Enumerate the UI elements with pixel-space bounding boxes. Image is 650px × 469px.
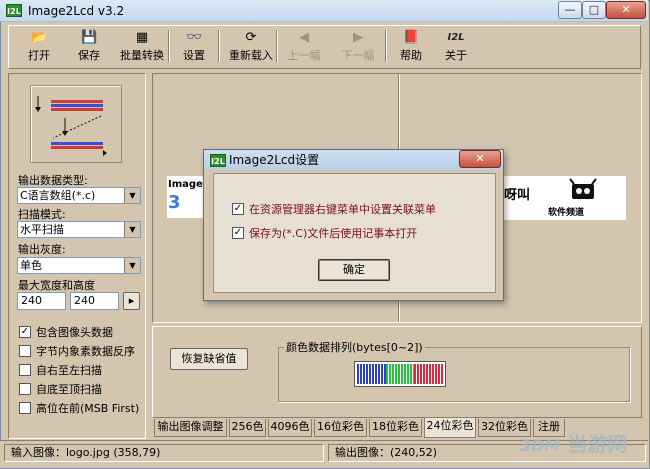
dialog-option-label: 在资源管理器右键菜单中设置关联菜单	[249, 203, 436, 216]
toolbar-separator	[168, 30, 170, 62]
green-channel-block	[385, 364, 415, 384]
option-label: 自右至左扫描	[36, 364, 102, 377]
option-label: 高位在前(MSB First)	[36, 402, 140, 415]
dialog-option-checkbox[interactable]: ✓	[232, 203, 244, 215]
blue-channel-block	[357, 364, 386, 384]
gray-select[interactable]: 单色 ▼	[17, 257, 141, 274]
minimize-button[interactable]: —	[558, 1, 582, 19]
output-type-value: C语言数组(*.c)	[20, 189, 96, 202]
toolbar-button-4[interactable]: ⟳ 重新载入	[222, 28, 280, 68]
dialog-close-button[interactable]: ✕	[459, 150, 501, 168]
option-checkbox[interactable]	[19, 383, 31, 395]
color-order-group	[278, 347, 630, 402]
toolbar-button-label: 下一幅	[341, 49, 375, 62]
toolbar-separator	[276, 30, 278, 62]
dialog-option-label: 保存为(*.C)文件后使用记事本打开	[249, 227, 418, 240]
close-button[interactable]: ✕	[606, 1, 646, 19]
toolbar-button-0[interactable]: 📂 打开	[16, 28, 62, 68]
about-i2l-icon: I2L	[447, 32, 465, 43]
reload-icon: ⟳	[245, 30, 257, 45]
batch-convert-icon: ▦	[135, 30, 149, 45]
size-label: 最大宽度和高度	[18, 279, 95, 292]
apply-size-button[interactable]: ▸	[123, 292, 140, 310]
output-type-select[interactable]: C语言数组(*.c) ▼	[17, 187, 141, 204]
output-logo-fragment: 呀叫	[504, 188, 531, 203]
app-icon: I2L	[6, 4, 22, 17]
output-logo-text: 软件频道	[548, 208, 585, 218]
option-checkbox[interactable]	[19, 402, 31, 414]
toolbar-button-2[interactable]: ▦ 批量转换	[114, 28, 170, 68]
tab-5[interactable]: 24位彩色	[424, 418, 476, 438]
input-image-preview: Image 3	[167, 176, 205, 218]
toolbar-button-label: 打开	[28, 49, 50, 62]
scan-mode-select[interactable]: 水平扫描 ▼	[17, 221, 141, 238]
output-type-label: 输出数据类型:	[18, 174, 88, 187]
scan-mode-preview	[30, 85, 122, 163]
toolbar-button-label: 批量转换	[120, 49, 164, 62]
toolbar-button-1[interactable]: 💾 保存	[66, 28, 112, 68]
toolbar-separator	[385, 30, 387, 62]
toolbar-button-6[interactable]: ▶ 下一幅	[334, 28, 382, 68]
robot-mascot-icon	[569, 178, 597, 199]
toolbar-button-label: 重新载入	[229, 49, 273, 62]
max-height-input[interactable]: 240	[70, 292, 119, 310]
previous-image-icon: ◀	[299, 30, 309, 45]
toolbar-button-label: 关于	[445, 49, 467, 62]
window-title: Image2Lcd v3.2	[28, 4, 125, 18]
help-book-icon: 📕	[403, 30, 420, 45]
option-label: 自底至顶扫描	[36, 383, 102, 396]
gray-label: 输出灰度:	[18, 243, 66, 256]
chevron-down-icon: ▼	[124, 222, 140, 237]
next-image-icon: ▶	[353, 30, 363, 45]
scan-mode-value: 水平扫描	[20, 223, 64, 236]
toolbar-button-7[interactable]: 📕 帮助	[391, 28, 431, 68]
input-image-status: 输入图像：logo.jpg (358,79)	[4, 444, 324, 462]
toolbar-button-5[interactable]: ◀ 上一幅	[280, 28, 328, 68]
maximize-button[interactable]: □	[582, 1, 606, 19]
toolbar-button-3[interactable]: 👓 设置	[172, 28, 216, 68]
input-logo-text: Image	[168, 179, 203, 190]
toolbar-button-label: 设置	[183, 49, 205, 62]
option-label: 字节内象素数据反序	[36, 345, 135, 358]
output-image-preview: 呀叫 软件频道	[504, 176, 626, 220]
toolbar-button-label: 帮助	[400, 49, 422, 62]
toolbar-separator	[218, 30, 220, 62]
option-checkbox[interactable]: ✓	[19, 326, 31, 338]
color-order-label: 颜色数据排列(bytes[0~2])	[284, 341, 425, 354]
toolbar-button-8[interactable]: I2L 关于	[434, 28, 478, 68]
red-channel-block	[414, 364, 444, 384]
scan-mode-label: 扫描模式:	[18, 208, 66, 221]
scan-direction-diagram-icon	[35, 96, 107, 156]
tab-2[interactable]: 4096色	[268, 419, 312, 437]
color-byte-order-bar[interactable]	[354, 361, 446, 387]
watermark-text: 当游网	[567, 432, 628, 456]
chevron-down-icon: ▼	[124, 258, 140, 273]
open-folder-icon: 📂	[31, 30, 48, 45]
tab-1[interactable]: 256色	[229, 419, 266, 437]
option-checkbox[interactable]	[19, 364, 31, 376]
save-disk-icon: 💾	[81, 30, 98, 45]
dialog-ok-button[interactable]: 确定	[318, 259, 390, 281]
restore-defaults-button[interactable]: 恢复缺省值	[170, 348, 248, 370]
dialog-title: Image2Lcd设置	[229, 153, 320, 167]
gray-value: 单色	[20, 259, 42, 272]
tab-3[interactable]: 16位彩色	[314, 419, 367, 437]
option-checkbox[interactable]	[19, 345, 31, 357]
dialog-app-icon: I2L	[210, 154, 226, 167]
settings-glasses-icon: 👓	[186, 30, 203, 45]
dialog-option-checkbox[interactable]: ✓	[232, 227, 244, 239]
max-width-input[interactable]: 240	[17, 292, 66, 310]
tab-0[interactable]: 输出图像调整	[154, 419, 227, 437]
watermark: 3DM 当游网	[520, 432, 628, 456]
toolbar-button-label: 保存	[78, 49, 100, 62]
tab-4[interactable]: 18位彩色	[369, 419, 422, 437]
chevron-down-icon: ▼	[124, 188, 140, 203]
toolbar-button-label: 上一幅	[287, 49, 321, 62]
option-label: 包含图像头数据	[36, 326, 113, 339]
